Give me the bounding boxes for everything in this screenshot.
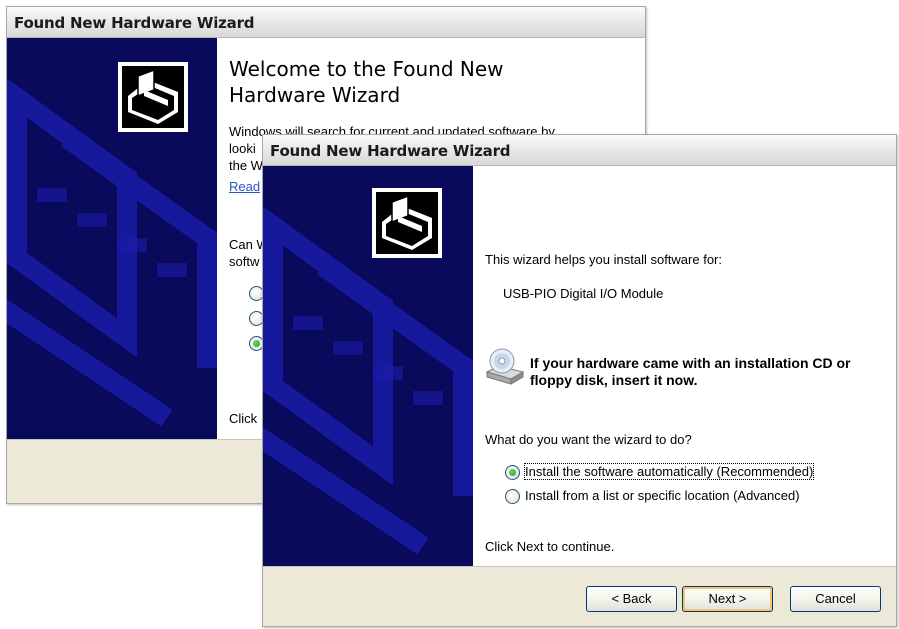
back-wizard-hardware-icon xyxy=(118,62,188,132)
device-name: USB-PIO Digital I/O Module xyxy=(503,286,664,301)
next-button[interactable]: Next > xyxy=(682,586,773,612)
front-title-bar[interactable]: Found New Hardware Wizard xyxy=(263,135,896,166)
back-text-2: looki xyxy=(229,141,256,156)
radio-install-automatically[interactable] xyxy=(505,465,520,480)
back-text-6: Click xyxy=(229,411,258,426)
continue-text: Click Next to continue. xyxy=(485,539,615,554)
front-window-title: Found New Hardware Wizard xyxy=(270,142,511,160)
back-side-panel xyxy=(7,38,217,439)
front-wizard-window: Found New Hardware Wizard This wizard he… xyxy=(262,134,897,627)
back-heading-1: Welcome to the Found New xyxy=(229,57,504,81)
front-content: This wizard helps you install software f… xyxy=(473,166,896,566)
radio-label-install-automatically[interactable]: Install the software automatically (Reco… xyxy=(523,463,815,480)
front-footer: < Back Next > Cancel xyxy=(263,566,896,626)
back-window-title: Found New Hardware Wizard xyxy=(14,14,255,32)
back-text-5: softw xyxy=(229,254,260,269)
back-heading-2: Hardware Wizard xyxy=(229,83,401,107)
cancel-button[interactable]: Cancel xyxy=(790,586,881,612)
back-read-link[interactable]: Read xyxy=(229,179,260,194)
back-button[interactable]: < Back xyxy=(586,586,677,612)
front-side-panel xyxy=(263,166,473,566)
intro-text: This wizard helps you install software f… xyxy=(485,252,722,267)
radio-label-install-from-list[interactable]: Install from a list or specific location… xyxy=(525,488,800,503)
cd-notice: If your hardware came with an installati… xyxy=(530,355,851,388)
question-text: What do you want the wizard to do? xyxy=(485,432,692,447)
cd-drive-icon xyxy=(485,346,525,386)
front-wizard-hardware-icon xyxy=(372,188,442,258)
back-text-3: the W xyxy=(229,158,263,173)
radio-install-from-list[interactable] xyxy=(505,489,520,504)
back-title-bar[interactable]: Found New Hardware Wizard xyxy=(7,7,645,38)
